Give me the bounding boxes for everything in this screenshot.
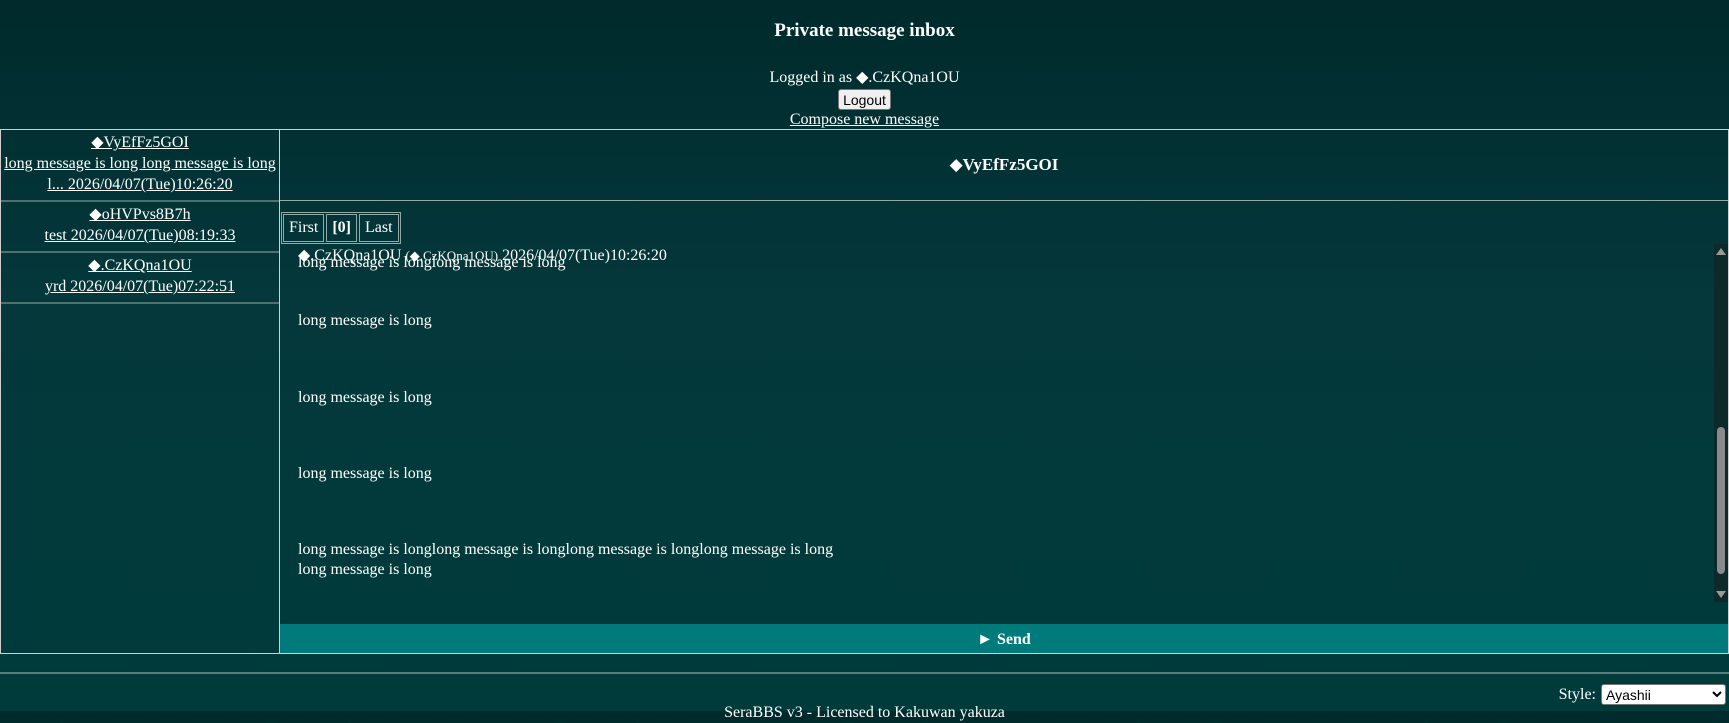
pager-first-button[interactable]: First xyxy=(283,214,325,242)
message-scroll-area[interactable]: ◆.CzKQna1OU (◆.CzKQna1OU) 2026/04/07(Tue… xyxy=(280,244,1724,600)
logged-in-label: Logged in as xyxy=(769,69,857,86)
send-button[interactable]: ► Send xyxy=(280,624,1728,653)
conversation-pane: ◆VyEfFz5GOI First [0] Last ◆.CzKQna1OU (… xyxy=(280,130,1728,653)
scroll-down-arrow-icon[interactable] xyxy=(1716,591,1726,598)
login-status: Logged in as ◆.CzKQna1OU xyxy=(0,68,1729,88)
conversation-title: ◆VyEfFz5GOI xyxy=(280,130,1728,201)
logout-button[interactable]: Logout xyxy=(838,89,891,110)
thread-sender: ◆.CzKQna1OU xyxy=(88,257,192,274)
pager-last-button[interactable]: Last xyxy=(359,214,399,242)
message-scrollbar[interactable] xyxy=(1714,244,1728,602)
thread-list: ◆VyEfFz5GOI long message is long long me… xyxy=(1,130,280,653)
compose-new-message-link[interactable]: Compose new message xyxy=(790,110,939,130)
pager-current-page[interactable]: [0] xyxy=(326,214,357,242)
thread-preview: long message is long long message is lon… xyxy=(4,155,276,193)
thread-sender: ◆oHVPvs8B7h xyxy=(89,206,191,223)
message-author-tag: (◆.CzKQna1OU) xyxy=(405,248,499,263)
current-user-name: ◆.CzKQna1OU xyxy=(856,69,960,86)
style-select[interactable]: Ayashii xyxy=(1601,684,1726,705)
pagination: First [0] Last xyxy=(281,212,401,244)
thread-item[interactable]: ◆VyEfFz5GOI long message is long long me… xyxy=(1,130,279,202)
message-header: ◆.CzKQna1OU (◆.CzKQna1OU) 2026/04/07(Tue… xyxy=(298,246,667,266)
scroll-up-arrow-icon[interactable] xyxy=(1716,248,1726,255)
footer-credit: SeraBBS v3 - Licensed to Kakuwan yakuza xyxy=(724,704,1005,721)
message-line: long message is long xyxy=(298,389,432,406)
scroll-thumb[interactable] xyxy=(1717,427,1725,574)
thread-item[interactable]: ◆oHVPvs8B7h test 2026/04/07(Tue)08:19:33 xyxy=(1,202,279,253)
footer-divider xyxy=(0,672,1729,674)
message-author: ◆.CzKQna1OU xyxy=(298,247,402,264)
message-line: long message is long xyxy=(298,465,432,482)
message-timestamp: 2026/04/07(Tue)10:26:20 xyxy=(502,247,667,264)
style-label: Style: xyxy=(1558,685,1596,703)
style-picker: Style: Ayashii xyxy=(1559,684,1726,705)
message-line: long message is long xyxy=(298,312,432,329)
message-line: long message is long xyxy=(298,561,432,578)
page-header: Private message inbox Logged in as ◆.CzK… xyxy=(0,0,1729,130)
thread-item[interactable]: ◆.CzKQna1OU yrd 2026/04/07(Tue)07:22:51 xyxy=(1,253,279,304)
message-line: long message is longlong message is long… xyxy=(298,541,834,558)
thread-sender: ◆VyEfFz5GOI xyxy=(91,134,189,151)
page-title: Private message inbox xyxy=(774,20,955,41)
inbox-panel: ◆VyEfFz5GOI long message is long long me… xyxy=(0,129,1729,654)
thread-preview: yrd 2026/04/07(Tue)07:22:51 xyxy=(44,278,236,295)
thread-preview: test 2026/04/07(Tue)08:19:33 xyxy=(44,227,236,244)
